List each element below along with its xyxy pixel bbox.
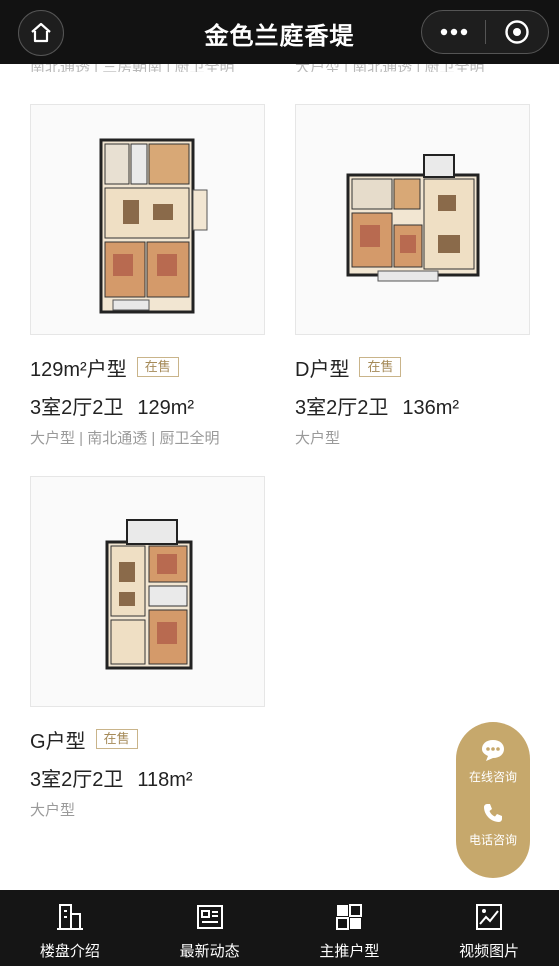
- unit-name: G户型: [30, 730, 86, 753]
- top-bar: 金色兰庭香堤: [0, 0, 559, 64]
- unit-layout: 3室2厅2卫: [30, 769, 124, 791]
- chat-bubble-icon: [481, 740, 504, 761]
- unit-card-129[interactable]: 129m²户型 在售 3室2厅2卫 129m² 大户型 | 南北通透 | 厨卫全明: [30, 104, 265, 448]
- consult-float-panel: 在线咨询 电话咨询: [456, 722, 530, 878]
- tab-featured-units[interactable]: 主推户型: [280, 890, 420, 966]
- floorplan-image[interactable]: [295, 104, 530, 335]
- bottom-tab-bar: 楼盘介绍 最新动态 主推户型 视频图片: [0, 890, 559, 966]
- unit-name: 129m²户型: [30, 358, 127, 381]
- floorplan-drawing: [99, 138, 207, 313]
- floorplan-drawing: [346, 153, 479, 281]
- phone-icon: [483, 804, 502, 822]
- cutoff-text-right: 大户型 | 南北通透 | 厨卫全明: [295, 64, 484, 72]
- tab-label: 最新动态: [179, 943, 240, 960]
- status-badge: 在售: [136, 357, 179, 377]
- close-button[interactable]: [486, 11, 548, 53]
- floorplan-icon: [336, 904, 363, 930]
- unit-area: 129m²: [137, 397, 195, 419]
- unit-area: 136m²: [402, 397, 460, 419]
- tab-label: 主推户型: [319, 943, 380, 960]
- status-badge: 在售: [95, 729, 138, 749]
- unit-name: D户型: [295, 358, 350, 381]
- unit-tags: 大户型: [30, 802, 76, 819]
- tab-video-images[interactable]: 视频图片: [419, 890, 559, 966]
- unit-layout: 3室2厅2卫: [295, 397, 389, 419]
- floorplan-image[interactable]: [30, 476, 265, 707]
- floorplan-image[interactable]: [30, 104, 265, 335]
- close-target-icon: [505, 20, 529, 44]
- tab-label: 视频图片: [459, 943, 520, 960]
- tab-label: 楼盘介绍: [39, 943, 100, 960]
- tab-latest-news[interactable]: 最新动态: [140, 890, 280, 966]
- previous-row-cutoff: 南北通透 | 三房朝南 | 厨卫全明 大户型 | 南北通透 | 厨卫全明: [0, 64, 559, 72]
- unit-tags: 大户型 | 南北通透 | 厨卫全明: [30, 430, 220, 447]
- news-icon: [196, 905, 223, 929]
- unit-tags: 大户型: [295, 430, 341, 447]
- unit-area: 118m²: [137, 769, 193, 791]
- floorplan-drawing: [105, 518, 192, 669]
- building-icon: [56, 904, 83, 930]
- more-button[interactable]: [422, 11, 485, 53]
- tab-building-intro[interactable]: 楼盘介绍: [0, 890, 140, 966]
- online-consult-label: 在线咨询: [468, 770, 517, 784]
- image-icon: [476, 904, 503, 930]
- unit-card-d[interactable]: D户型 在售 3室2厅2卫 136m² 大户型: [295, 104, 530, 448]
- unit-layout: 3室2厅2卫: [30, 397, 124, 419]
- phone-consult-label: 电话咨询: [468, 833, 517, 847]
- unit-card-g[interactable]: G户型 在售 3室2厅2卫 118m² 大户型: [30, 476, 265, 820]
- status-badge: 在售: [359, 357, 402, 377]
- mini-program-capsule: [421, 10, 549, 54]
- online-consult-button[interactable]: 在线咨询: [469, 738, 517, 785]
- phone-consult-button[interactable]: 电话咨询: [469, 801, 517, 848]
- more-dots-icon: [440, 28, 467, 36]
- cutoff-text-left: 南北通透 | 三房朝南 | 厨卫全明: [30, 64, 234, 72]
